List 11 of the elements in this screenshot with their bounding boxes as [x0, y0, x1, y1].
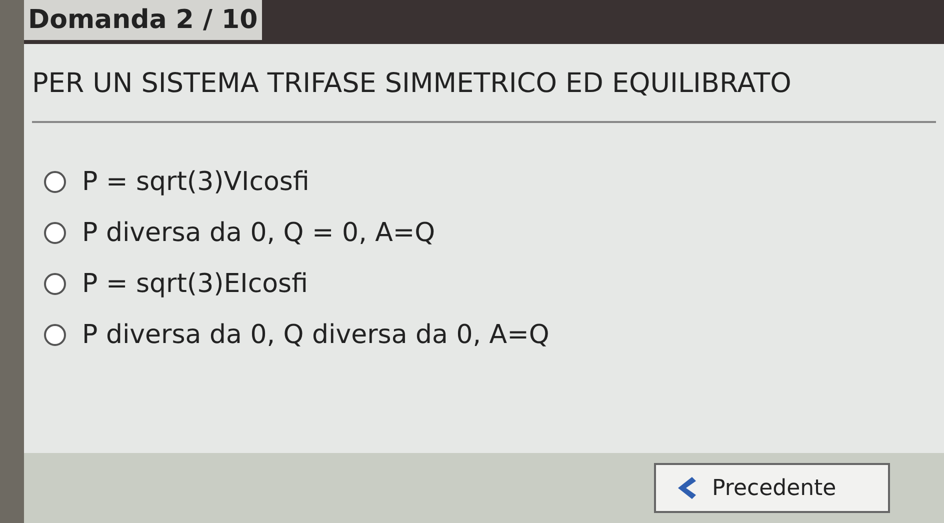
radio-button[interactable] — [44, 222, 66, 244]
radio-button[interactable] — [44, 324, 66, 346]
question-counter: Domanda 2 / 10 — [24, 0, 262, 40]
answer-option[interactable]: P = sqrt(3)VIcosfi — [44, 162, 310, 202]
question-text: PER UN SISTEMA TRIFASE SIMMETRICO ED EQUILIBRATO — [32, 64, 936, 122]
radio-button[interactable] — [44, 273, 66, 295]
answer-option[interactable]: P diversa da 0, Q diversa da 0, A=Q — [44, 316, 550, 354]
answer-option[interactable]: P diversa da 0, Q = 0, A=Q — [44, 214, 436, 252]
radio-button[interactable] — [44, 171, 66, 193]
previous-button[interactable]: Precedente — [654, 463, 890, 513]
answer-option[interactable]: P = sqrt(3)EIcosfi — [44, 264, 308, 304]
